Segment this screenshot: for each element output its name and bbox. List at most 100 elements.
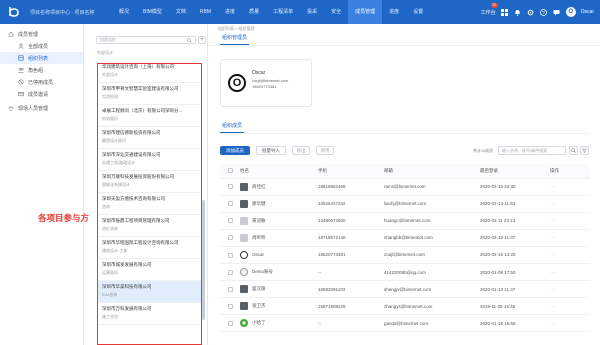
nav-item[interactable]: 成员管理 [348,0,383,24]
search-icon[interactable] [569,146,578,155]
search-icon[interactable] [187,38,192,44]
member-avatar [240,285,248,294]
sidebar-item[interactable]: 成员邀请 [0,88,83,100]
list-item[interactable]: 卓展工程顾问（北京）有限公司深圳分... 机电顾问 [98,105,201,127]
list-scrollbar[interactable] [202,200,205,320]
sidebar-item[interactable]: 现场人员管理 [0,102,83,114]
filter-icon[interactable] [580,146,589,155]
row-checkbox[interactable] [228,201,233,207]
list-item[interactable]: 深圳市万科发展有限公司 施工总包 [98,303,201,325]
nav-item[interactable]: 进度 [382,0,406,24]
sidebar-item[interactable]: 角色组 [0,64,83,76]
list-item[interactable]: 深圳万联科技发展投资股份有限公司 智能化系统设计 [98,171,201,193]
member-actions: ··· [550,280,590,299]
member-search-input[interactable]: 输入名称、帐号/邮件搜索 [498,146,566,155]
nav-item[interactable]: BIM模型 [136,0,169,24]
nav-item[interactable]: 设置 [406,0,430,24]
more-icon[interactable]: ··· [550,252,556,257]
app-logo-icon[interactable] [6,4,22,20]
workspace-link[interactable]: 工作台 20 [481,2,498,16]
nav-item[interactable]: 进度 [218,0,242,24]
nav-item[interactable]: RBM [193,0,218,24]
more-icon[interactable]: ··· [550,218,556,223]
nav-item[interactable]: 安全 [324,0,348,24]
table-row[interactable]: 小哈了 -- gandd@bimemet.com 2020-01-18 16:56 ··… [220,314,590,333]
member-name[interactable]: 尚昕昕 [252,235,266,240]
project-name[interactable]: 项目名称项目中心 · 项目名称 [30,9,108,16]
row-checkbox[interactable] [228,184,233,190]
list-item[interactable]: 深圳市甲骨文智慧实验室建设有限公司 实验检测 [98,83,201,105]
add-member-button[interactable]: 添加成员 [220,146,250,155]
organization-search-input[interactable]: 搜索组织 [96,36,196,44]
message-icon[interactable] [553,8,561,16]
list-item[interactable]: 华润建筑设计咨询（上海）有限公司 外部设计 [98,61,201,83]
table-row[interactable]: 张卫杰 15871808225 zhangys@bimemet.com 2019-11… [220,297,590,316]
list-item[interactable]: 深圳市建信德斯投资有限公司 幕墙设计顾问 [98,127,201,149]
remove-member-button[interactable]: 移出 [292,146,310,155]
disable-member-button[interactable]: 停用 [316,146,334,155]
member-name[interactable]: 盛汉旗 [252,286,266,291]
member-avatar [240,302,248,311]
select-all-checkbox[interactable] [228,168,233,174]
more-icon[interactable]: ··· [550,184,556,189]
member-name[interactable]: 张卫杰 [252,303,266,308]
member-name[interactable]: 黄冠敏 [252,218,266,223]
nav-item[interactable]: 文档 [169,0,193,24]
user-avatar[interactable]: O [565,7,576,17]
user-name[interactable]: Oscar [581,9,594,15]
sidebar-item[interactable]: 全部成员 [0,40,83,52]
list-item[interactable]: 深圳市华美科技有限公司 BIM咨询 [98,281,201,303]
sidebar-item[interactable]: 组织列表 [0,52,83,64]
more-icon[interactable]: ··· [550,304,556,309]
organization-type: 运营顾问 [102,270,118,275]
more-icon[interactable]: ··· [550,270,556,275]
row-checkbox[interactable] [228,286,233,292]
row-checkbox[interactable] [228,269,233,275]
more-icon[interactable]: ··· [550,287,556,292]
member-name[interactable]: 廖华健 [252,201,266,206]
organization-type: 交通工程/路政设计 [102,160,136,165]
nav-item[interactable]: 概况 [112,0,136,24]
add-organization-button[interactable]: + [198,36,206,44]
row-checkbox[interactable] [228,252,233,258]
tab-org-members[interactable]: 组织成员 [220,122,245,133]
table-row[interactable]: 盛汉旗 18682091103 shengjv@bimemet.com 2020-01… [220,280,590,299]
settings-icon[interactable] [527,8,535,16]
more-icon[interactable]: ··· [550,235,556,240]
list-item[interactable]: 深圳市华昭国际工程设计咨询有限公司 建筑设计-主体 [98,237,201,259]
batch-import-button[interactable]: 批量导入 [256,146,286,155]
table-row[interactable]: 黄冠敏 13480672600 huangc@bimemet.com 2020-02-… [220,212,590,230]
row-checkbox[interactable] [228,320,233,326]
member-name[interactable]: 商佳红 [252,184,266,189]
sidebar-item[interactable]: 已停用成员 [0,76,83,88]
list-item[interactable]: 深圳天盈方德技术咨询有限公司 咨询 [98,193,201,215]
breadcrumb: 组织列表 > 组织管理 [218,26,255,31]
nav-item[interactable]: 投采 [300,0,324,24]
tab-org-admin[interactable]: 组织管理员 [220,34,250,45]
nav-item[interactable]: 工程清单 [266,0,300,24]
table-row[interactable]: 商佳红 18616682466 rams@bimemet.com 2020-02-13… [220,178,590,196]
member-name[interactable]: Demo账号 [252,269,273,274]
table-row[interactable]: 尚昕昕 18718672140 shangbb@bimemet.com 2020-02… [220,229,590,247]
list-item[interactable]: 深圳市深汕交通建设有限公司 交通工程/路政设计 [98,149,201,171]
row-checkbox[interactable] [228,303,233,309]
member-last-login: 2020-02-13 22:30 [480,178,550,196]
nav-item[interactable]: 质量 [242,0,266,24]
sidebar-item[interactable]: 成员管理 [0,28,83,40]
table-row[interactable]: 廖华健 13526427332 liaohj@bimemet.com 2020-02-… [220,195,590,213]
help-icon[interactable]: ? [540,8,548,16]
bell-icon[interactable] [514,8,522,16]
more-icon[interactable]: ··· [550,201,556,206]
list-item[interactable]: 深圳市振鼎工程项目管理有限公司 造价咨询 [98,215,201,237]
more-icon[interactable]: ··· [550,321,556,326]
list-item[interactable]: 深圳市城发发展有限公司 运营顾问 [98,259,201,281]
member-last-login: 2020-01-08 17:50 [480,263,550,282]
member-name[interactable]: 小哈了 [252,320,266,325]
table-row[interactable]: Oscar 18620773381 zoujl@bimemet.com 2020-02… [220,246,590,264]
grid-icon[interactable] [501,8,509,16]
table-row[interactable]: Demo账号 -- 414220080@qq.com 2020-01-08 17:50… [220,263,590,282]
row-checkbox[interactable] [228,218,233,224]
row-checkbox[interactable] [228,235,233,241]
role-icon [18,67,24,73]
member-name[interactable]: Oscar [252,252,264,257]
